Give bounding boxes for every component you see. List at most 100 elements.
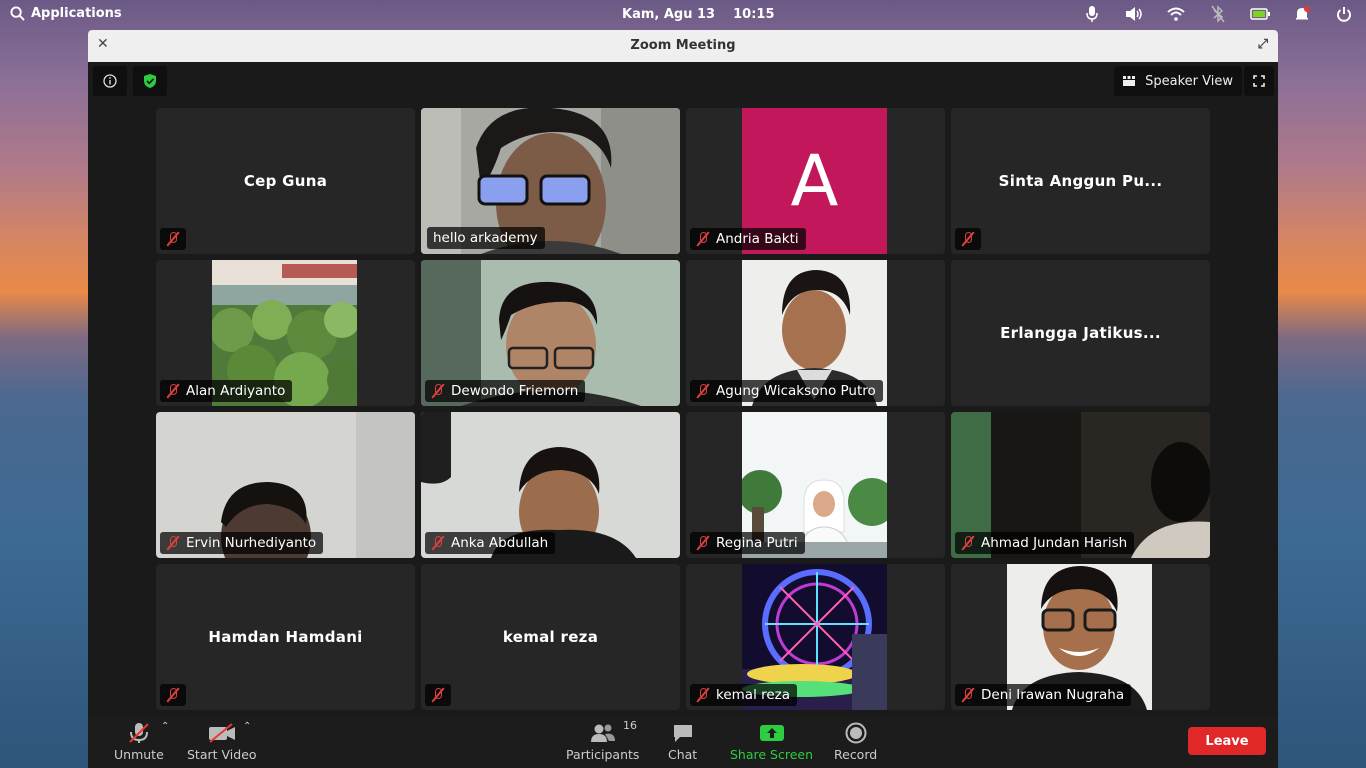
bluetooth-off-icon[interactable] (1208, 5, 1228, 23)
chat-button[interactable]: Chat (668, 721, 697, 762)
participant-tag: kemal reza (690, 684, 798, 706)
participant-tile[interactable]: Cep Guna (156, 108, 415, 254)
search-icon (10, 6, 25, 21)
applications-menu[interactable]: Applications (10, 6, 122, 21)
applications-label: Applications (31, 6, 122, 21)
fullscreen-icon (1253, 75, 1265, 87)
speaker-view-label: Speaker View (1145, 73, 1233, 89)
meeting-info-button[interactable] (93, 66, 127, 96)
participant-tag: Andria Bakti (690, 228, 806, 250)
share-screen-label: Share Screen (730, 747, 814, 762)
maximize-icon[interactable]: ⤢ (1258, 37, 1268, 52)
chat-bubble-icon (668, 721, 697, 745)
participant-tile[interactable]: Erlangga Jatikus... (951, 260, 1210, 406)
leave-button[interactable]: Leave (1188, 727, 1266, 755)
participant-name: Andria Bakti (716, 231, 799, 247)
meeting-toolbar: Unmute ⌃ Start Video ⌃ Participants 16 C… (88, 715, 1278, 768)
speaker-view-button[interactable]: Speaker View (1114, 66, 1242, 96)
participant-tile[interactable]: Sinta Anggun Pu... (951, 108, 1210, 254)
unmute-button[interactable]: Unmute (114, 721, 164, 762)
participant-tag: Anka Abdullah (425, 532, 556, 554)
clock[interactable]: Kam, Agu 13 10:15 (622, 7, 775, 22)
system-tray (1082, 5, 1354, 23)
participant-name: Dewondo Friemorn (451, 383, 579, 399)
shield-icon (144, 74, 156, 88)
notification-bell-icon[interactable] (1292, 5, 1312, 23)
participant-name-large: Cep Guna (243, 172, 328, 190)
zoom-window: ✕ Zoom Meeting ⤢ Speaker View Cep Guna h… (88, 30, 1278, 768)
participant-tag (955, 228, 981, 250)
mic-muted-icon (696, 231, 710, 247)
chat-label: Chat (668, 747, 698, 762)
start-video-label: Start Video (187, 747, 257, 762)
participant-name: Alan Ardiyanto (186, 383, 286, 399)
record-button[interactable]: Record (834, 721, 877, 762)
system-top-bar: Applications Kam, Agu 13 10:15 (0, 0, 1366, 29)
mic-muted-icon (961, 231, 975, 247)
time-label: 10:15 (733, 7, 775, 22)
participant-name-large: Erlangga Jatikus... (1000, 324, 1161, 342)
participant-name: Regina Putri (716, 535, 798, 551)
participant-tile[interactable]: Agung Wicaksono Putro (686, 260, 945, 406)
mic-muted-icon (696, 383, 710, 399)
mic-muted-icon (166, 535, 180, 551)
mic-muted-icon (696, 687, 710, 703)
participant-tile[interactable]: Alan Ardiyanto (156, 260, 415, 406)
participants-label: Participants (566, 747, 640, 762)
wifi-icon[interactable] (1166, 5, 1186, 23)
battery-icon[interactable] (1250, 5, 1270, 23)
audio-options-caret-icon[interactable]: ⌃ (161, 721, 169, 732)
mic-muted-icon (166, 687, 180, 703)
participant-name-large: Hamdan Hamdani (208, 628, 363, 646)
share-screen-icon (730, 721, 813, 745)
participant-name: kemal reza (716, 687, 791, 703)
info-icon (103, 74, 117, 88)
meeting-top-controls (93, 66, 167, 96)
participant-tile[interactable]: kemal reza (421, 564, 680, 710)
participant-tag: Ahmad Jundan Harish (955, 532, 1135, 554)
participant-name: hello arkademy (433, 230, 538, 246)
participant-tag (160, 228, 186, 250)
participant-tile[interactable]: Anka Abdullah (421, 412, 680, 558)
participant-tile[interactable]: Dewondo Friemorn (421, 260, 680, 406)
unmute-label: Unmute (114, 747, 164, 762)
participant-tile[interactable]: Ahmad Jundan Harish (951, 412, 1210, 558)
participant-name: Anka Abdullah (451, 535, 549, 551)
participant-tile[interactable]: kemal reza (686, 564, 945, 710)
record-icon (834, 721, 877, 745)
participant-tile[interactable]: Ervin Nurhediyanto (156, 412, 415, 558)
mic-muted-icon (166, 231, 180, 247)
fullscreen-button[interactable] (1244, 66, 1274, 96)
mic-muted-icon (696, 535, 710, 551)
participant-tag: Ervin Nurhediyanto (160, 532, 324, 554)
mic-muted-icon (431, 687, 445, 703)
participant-tile-active-speaker[interactable]: hello arkademy (421, 108, 680, 254)
mic-muted-icon (431, 535, 445, 551)
microphone-icon[interactable] (1082, 5, 1102, 23)
encryption-shield-button[interactable] (133, 66, 167, 96)
window-title: Zoom Meeting (630, 38, 736, 53)
mic-muted-icon (961, 687, 975, 703)
participant-tag: hello arkademy (427, 227, 545, 249)
video-options-caret-icon[interactable]: ⌃ (243, 721, 251, 732)
microphone-muted-icon (114, 721, 164, 745)
participant-tag: Regina Putri (690, 532, 805, 554)
participant-tag (160, 684, 186, 706)
participant-tile[interactable]: A Andria Bakti (686, 108, 945, 254)
participant-tile[interactable]: Deni Irawan Nugraha (951, 564, 1210, 710)
participant-tag: Deni Irawan Nugraha (955, 684, 1132, 706)
volume-icon[interactable] (1124, 5, 1144, 23)
date-label: Kam, Agu 13 (622, 7, 716, 22)
share-screen-button[interactable]: Share Screen (730, 721, 813, 762)
power-icon[interactable] (1334, 5, 1354, 23)
participant-name-large: Sinta Anggun Pu... (998, 172, 1163, 190)
participant-name: Ahmad Jundan Harish (981, 535, 1128, 551)
mic-muted-icon (961, 535, 975, 551)
participant-name: Deni Irawan Nugraha (981, 687, 1125, 703)
participants-count: 16 (623, 719, 637, 732)
participant-tile[interactable]: Regina Putri (686, 412, 945, 558)
participant-tag (425, 684, 451, 706)
participant-tile[interactable]: Hamdan Hamdani (156, 564, 415, 710)
mic-muted-icon (431, 383, 445, 399)
participant-name-large: kemal reza (502, 628, 599, 646)
